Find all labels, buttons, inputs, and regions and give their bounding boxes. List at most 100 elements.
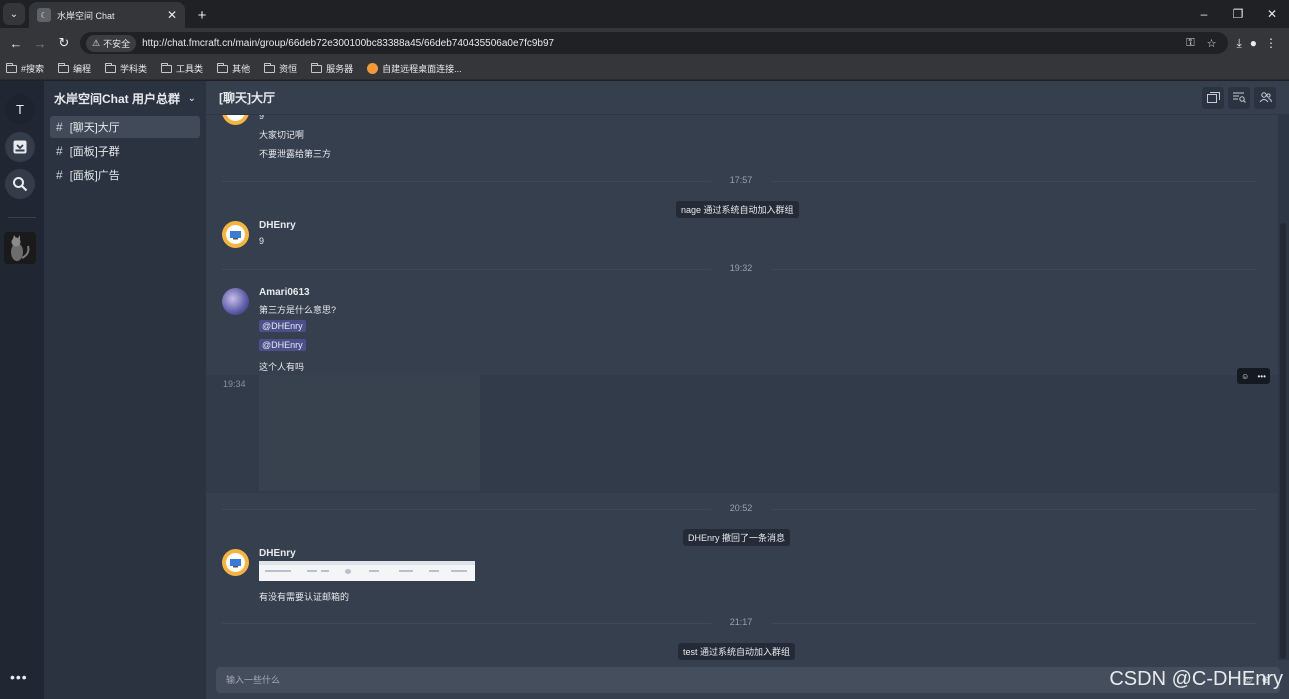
search-messages-icon[interactable] — [1228, 86, 1250, 109]
back-arrow-icon[interactable]: ← — [4, 31, 28, 55]
folder-icon — [311, 62, 323, 73]
insecure-badge[interactable]: ⚠ 不安全 — [86, 34, 137, 52]
bookmark-item[interactable]: 自建远程桌面连接... — [367, 62, 462, 75]
message-input[interactable] — [226, 675, 1244, 685]
download-icon[interactable]: ⤓ — [1236, 36, 1241, 51]
mention-tag[interactable]: @DHEnry — [259, 320, 306, 332]
bookmark-label: 资恒 — [279, 64, 298, 74]
menu-kebab-icon[interactable]: ⋮ — [1265, 36, 1277, 51]
folder-icon — [6, 62, 17, 73]
insecure-label: 不安全 — [103, 38, 131, 49]
inbox-icon[interactable] — [5, 132, 35, 162]
bookmark-item[interactable]: 工具类 — [161, 62, 203, 75]
tab-title: 水岸空间 Chat — [57, 10, 115, 21]
site-favicon-icon — [367, 63, 379, 74]
group-avatar[interactable] — [4, 232, 36, 264]
channel-item-subgroup[interactable]: # [面板]子群 — [50, 140, 200, 162]
bookmark-item[interactable]: 编程 — [58, 62, 91, 75]
tab-search-chevron-icon[interactable]: ⌄ — [3, 3, 25, 25]
folder-icon — [105, 62, 117, 73]
user-avatar[interactable] — [222, 115, 249, 125]
scroll-thumb[interactable] — [1280, 223, 1286, 659]
message-actions: ☺ ••• — [1237, 368, 1270, 384]
tab-favicon-icon: ☾ — [37, 8, 51, 22]
bookmark-item[interactable]: 学科类 — [105, 62, 147, 75]
message-text: 9 — [259, 115, 265, 121]
channel-label: [面板]广告 — [69, 170, 120, 182]
reload-icon[interactable]: ↻ — [52, 31, 76, 55]
scrollbar[interactable] — [1278, 115, 1289, 660]
chevron-down-icon[interactable]: ⌄ — [188, 93, 196, 104]
group-title: 水岸空间Chat 用户总群 — [54, 91, 181, 106]
message-time: 19:34 — [223, 379, 246, 389]
new-tab-button[interactable]: + — [191, 4, 213, 26]
bookmark-item[interactable]: 其他 — [217, 62, 250, 75]
watermark: CSDN @C-DHEnry — [1109, 668, 1283, 690]
user-avatar[interactable]: T — [5, 94, 35, 124]
mention-tag[interactable]: @DHEnry — [259, 339, 306, 351]
image-placeholder[interactable] — [259, 375, 480, 491]
browser-tabstrip: ⌄ ☾ 水岸空间 Chat ✕ + – ❐ ✕ — [0, 0, 1289, 28]
forward-arrow-icon[interactable]: → — [28, 31, 52, 55]
emoji-reaction-icon[interactable]: ☺ — [1241, 372, 1249, 381]
panel-toggle-icon[interactable] — [1202, 86, 1224, 109]
warning-icon: ⚠ — [92, 37, 101, 48]
message-text: 第三方是什么意思? — [259, 305, 337, 315]
user-avatar[interactable] — [222, 221, 249, 248]
window-controls: – ❐ ✕ — [1187, 0, 1289, 28]
channel-label: [面板]子群 — [69, 146, 120, 158]
message-text: 大家切记啊 — [259, 130, 305, 140]
more-actions-icon[interactable]: ••• — [1257, 372, 1265, 381]
channel-item-ads[interactable]: # [面板]广告 — [50, 164, 200, 186]
sender-name[interactable]: DHEnry — [259, 220, 296, 231]
more-options-icon[interactable]: ••• — [10, 669, 28, 685]
sender-name[interactable]: DHEnry — [259, 548, 296, 559]
bookmark-star-icon[interactable]: ☆ — [1207, 37, 1217, 50]
channel-item-lobby[interactable]: # [聊天]大厅 — [50, 116, 200, 138]
url-text[interactable]: http://chat.fmcraft.cn/main/group/66deb7… — [142, 38, 1180, 49]
address-bar[interactable]: ⚠ 不安全 http://chat.fmcraft.cn/main/group/… — [80, 32, 1229, 54]
system-notice: test 通过系统自动加入群组 — [678, 643, 796, 660]
browser-toolbar: ← → ↻ ⚠ 不安全 http://chat.fmcraft.cn/main/… — [0, 28, 1289, 58]
tab-close-icon[interactable]: ✕ — [167, 8, 177, 22]
bookmark-item[interactable]: 服务器 — [311, 62, 353, 75]
message-list[interactable]: 9 大家切记啊 不要泄露给第三方 17:57 nage 通过系统自动加入群组 D… — [206, 115, 1278, 660]
folder-icon — [217, 62, 229, 73]
bookmark-item[interactable]: 资恒 — [264, 62, 297, 75]
password-key-icon[interactable]: ⚿ — [1186, 37, 1194, 50]
profile-icon[interactable]: ● — [1250, 36, 1257, 51]
restore-button[interactable]: ❐ — [1221, 0, 1255, 28]
user-avatar[interactable] — [222, 549, 249, 576]
message-text: 有没有需要认证邮箱的 — [259, 592, 350, 602]
bookmark-label: #搜索 — [21, 64, 45, 74]
channel-label: [聊天]大厅 — [69, 122, 120, 134]
bookmark-item[interactable]: #搜索 — [6, 62, 44, 75]
user-avatar[interactable] — [222, 288, 249, 315]
bookmarks-bar: #搜索 编程 学科类 工具类 其他 资恒 服务器 自建远程桌面连接... — [0, 58, 1289, 80]
bookmark-label: 其他 — [232, 64, 251, 74]
close-window-button[interactable]: ✕ — [1255, 0, 1289, 28]
bookmark-label: 工具类 — [176, 64, 204, 74]
time-label: 17:57 — [711, 175, 771, 185]
sender-name[interactable]: Amari0613 — [259, 287, 310, 298]
message-text: 这个人有吗 — [259, 362, 305, 372]
app-rail: T ••• — [0, 81, 44, 699]
screenshot-image[interactable] — [259, 561, 475, 581]
bookmark-label: 服务器 — [326, 64, 354, 74]
hash-icon: # — [56, 168, 63, 182]
group-header[interactable]: 水岸空间Chat 用户总群 ⌄ — [44, 81, 206, 115]
members-icon[interactable] — [1254, 86, 1276, 109]
channel-sidebar: 水岸空间Chat 用户总群 ⌄ # [聊天]大厅 # [面板]子群 # [面板]… — [44, 81, 206, 699]
rail-divider — [8, 217, 36, 218]
channel-title: [聊天]大厅 — [219, 91, 275, 105]
search-icon[interactable] — [5, 169, 35, 199]
message-text: 9 — [259, 236, 265, 246]
browser-tab[interactable]: ☾ 水岸空间 Chat ✕ — [29, 2, 185, 28]
minimize-button[interactable]: – — [1187, 0, 1221, 28]
message-text: 不要泄露给第三方 — [259, 149, 332, 159]
time-label: 20:52 — [711, 503, 771, 513]
bookmark-label: 自建远程桌面连接... — [382, 64, 462, 74]
bookmark-label: 编程 — [73, 64, 92, 74]
system-notice: nage 通过系统自动加入群组 — [676, 201, 799, 218]
chat-header: [聊天]大厅 — [206, 81, 1289, 115]
